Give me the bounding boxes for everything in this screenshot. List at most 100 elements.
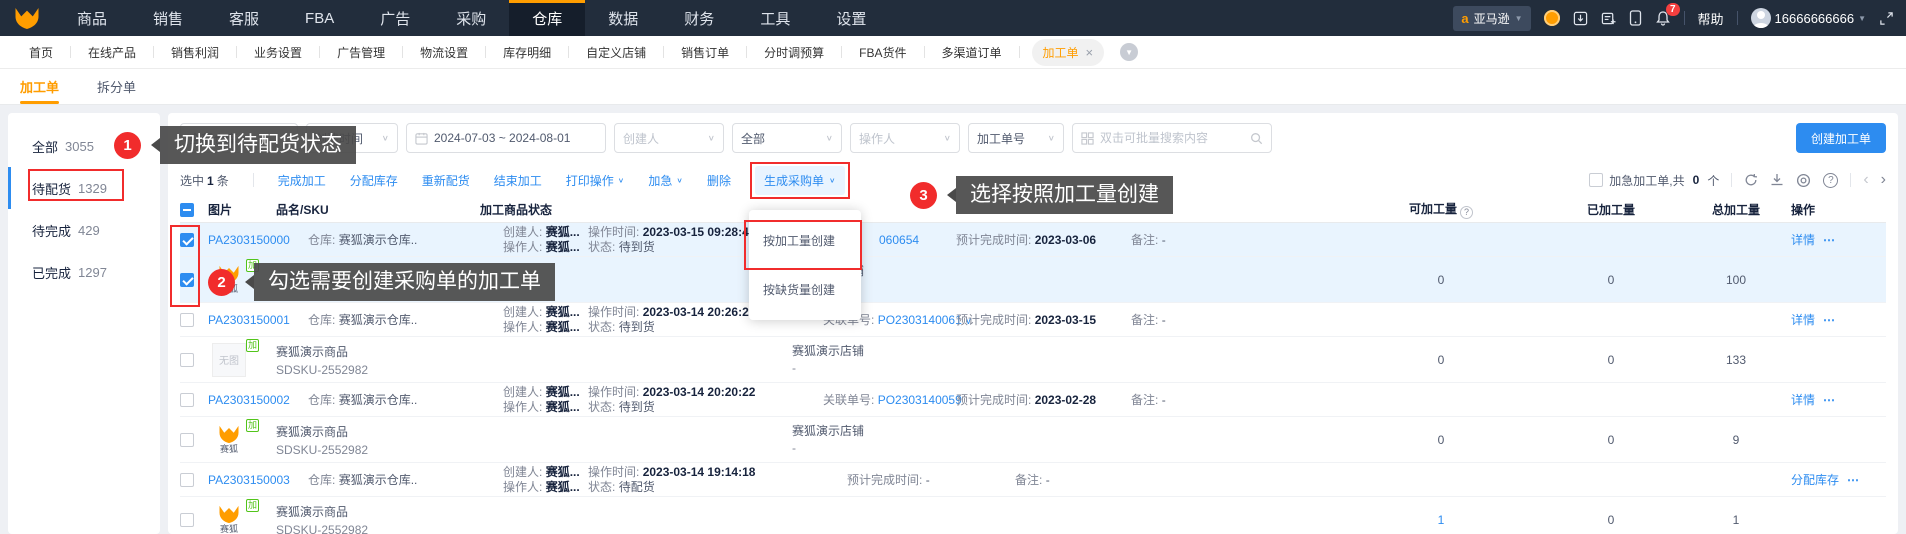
tab-custom-store[interactable]: 自定义店铺 <box>569 44 663 61</box>
activity-coin-icon[interactable] <box>1543 10 1560 26</box>
prev-page-icon[interactable]: ‹ <box>1863 172 1868 188</box>
order-row[interactable]: PA2303150000 仓库: 赛狐演示仓库.. 创建人: 赛狐... 操作人… <box>180 223 1886 257</box>
create-order-button[interactable]: 创建加工单 <box>1795 123 1886 153</box>
nav-finance[interactable]: 财务 <box>661 0 737 36</box>
more-tabs-icon[interactable]: ▼ <box>1120 43 1139 61</box>
more-actions-icon[interactable]: ⋯ <box>1823 313 1836 327</box>
row-checkbox[interactable] <box>180 352 194 367</box>
order-row[interactable]: PA2303150001 仓库: 赛狐演示仓库.. 创建人: 赛狐... 操作人… <box>180 303 1886 337</box>
feedback-icon[interactable] <box>1601 11 1616 26</box>
help-tip-icon[interactable]: ? <box>1460 205 1473 219</box>
next-page-icon[interactable]: › <box>1881 172 1886 188</box>
order-id-link[interactable]: PA2303150003 <box>208 473 308 487</box>
related-po-link[interactable]: 060654 <box>879 233 919 247</box>
order-id-link[interactable]: PA2303150000 <box>208 233 308 247</box>
nav-purchasing[interactable]: 采购 <box>433 0 509 36</box>
brand-fox-logo[interactable] <box>0 0 54 36</box>
sidebar-item-all[interactable]: 全部 3055 <box>8 125 160 167</box>
help-icon[interactable]: ? <box>1823 172 1839 188</box>
product-row[interactable]: 赛狐 加 赛狐演示商品 赛狐演示店铺 - 0 0 100 <box>180 257 1886 303</box>
help-link[interactable]: 帮助 <box>1698 9 1724 28</box>
reallocate-button[interactable]: 重新配货 <box>422 172 470 189</box>
product-row[interactable]: 赛狐 加 赛狐演示商品 SDSKU-2552982 1 0 1 <box>180 497 1886 534</box>
menu-item-create-by-processing-qty[interactable]: 按加工量创建 <box>744 216 863 270</box>
product-row[interactable]: 赛狐 加 赛狐演示商品 SDSKU-2552982 赛狐演示店铺 - 0 0 9 <box>180 417 1886 463</box>
tab-business-settings[interactable]: 业务设置 <box>237 44 319 61</box>
finish-processing-button[interactable]: 完成加工 <box>278 172 326 189</box>
refresh-icon[interactable] <box>1744 173 1758 187</box>
time-field-select[interactable]: 创建时间 ∨ <box>306 123 398 153</box>
expand-fullscreen-icon[interactable] <box>1879 11 1894 26</box>
tab-sales-orders[interactable]: 销售订单 <box>664 44 746 61</box>
menu-item-create-by-shortage-qty[interactable]: 按缺货量创建 <box>749 265 861 314</box>
nav-customer-service[interactable]: 客服 <box>206 0 282 36</box>
row-checkbox[interactable] <box>180 232 194 247</box>
close-icon[interactable]: × <box>1086 46 1094 59</box>
subtab-processing-order[interactable]: 加工单 <box>20 69 60 104</box>
more-actions-icon[interactable]: ⋯ <box>1823 233 1836 247</box>
sidebar-item-completed[interactable]: 已完成 1297 <box>8 251 160 293</box>
product-row[interactable]: 无图 加 赛狐演示商品 SDSKU-2552982 赛狐演示店铺 - 0 0 1… <box>180 337 1886 383</box>
select-all-checkbox[interactable] <box>180 202 194 217</box>
row-checkbox[interactable] <box>180 472 194 487</box>
notifications-bell-icon[interactable]: 7 <box>1655 3 1680 26</box>
date-range-picker[interactable]: 2024-07-03 ~ 2024-08-01 <box>406 123 606 153</box>
row-checkbox[interactable] <box>180 432 194 447</box>
operator-select[interactable]: 操作人 ∨ <box>850 123 960 153</box>
tab-sales-profit[interactable]: 销售利润 <box>154 44 236 61</box>
allocate-stock-link[interactable]: 分配库存 <box>1791 471 1839 488</box>
column-settings-icon[interactable] <box>1796 173 1811 188</box>
nav-sales[interactable]: 销售 <box>130 0 206 36</box>
tab-home[interactable]: 首页 <box>12 44 70 61</box>
tab-logistics-settings[interactable]: 物流设置 <box>403 44 485 61</box>
tab-inventory-detail[interactable]: 库存明细 <box>486 44 568 61</box>
urgent-dropdown[interactable]: 加急 ∨ <box>648 172 683 189</box>
detail-link[interactable]: 详情 <box>1791 391 1815 408</box>
related-po-link[interactable]: PO2303140059 <box>878 393 962 407</box>
more-actions-icon[interactable]: ⋯ <box>1823 393 1836 407</box>
end-processing-button[interactable]: 结束加工 <box>494 172 542 189</box>
nav-advertising[interactable]: 广告 <box>357 0 433 36</box>
nav-goods[interactable]: 商品 <box>54 0 130 36</box>
row-checkbox[interactable] <box>180 272 194 287</box>
order-row[interactable]: PA2303150002 仓库: 赛狐演示仓库.. 创建人: 赛狐... 操作人… <box>180 383 1886 417</box>
order-id-link[interactable]: PA2303150002 <box>208 393 308 407</box>
detail-link[interactable]: 详情 <box>1791 231 1815 248</box>
search-input[interactable] <box>1100 131 1244 145</box>
order-row[interactable]: PA2303150003 仓库: 赛狐演示仓库.. 创建人: 赛狐... 操作人… <box>180 463 1886 497</box>
sidebar-item-pending-complete[interactable]: 待完成 429 <box>8 209 160 251</box>
download-center-icon[interactable] <box>1573 11 1588 26</box>
generate-po-dropdown[interactable]: 生成采购单 ∨ <box>755 165 845 195</box>
checkbox[interactable] <box>1589 173 1604 187</box>
delete-button[interactable]: 删除 <box>707 172 731 189</box>
nav-tools[interactable]: 工具 <box>737 0 813 36</box>
export-download-icon[interactable] <box>1770 173 1784 187</box>
tab-online-products[interactable]: 在线产品 <box>71 44 153 61</box>
order-id-link[interactable]: PA2303150001 <box>208 313 308 327</box>
account-menu[interactable]: 16666666666 ▼ <box>1750 8 1866 28</box>
tab-hourly-budget[interactable]: 分时调预算 <box>747 44 841 61</box>
print-actions-dropdown[interactable]: 打印操作 ∨ <box>566 172 625 189</box>
search-icon[interactable] <box>1250 132 1263 145</box>
allocate-stock-button[interactable]: 分配库存 <box>350 172 398 189</box>
nav-data[interactable]: 数据 <box>585 0 661 36</box>
subtab-split-order[interactable]: 拆分单 <box>97 69 136 104</box>
nav-fba[interactable]: FBA <box>282 0 357 36</box>
row-checkbox[interactable] <box>180 512 194 527</box>
sidebar-item-pending-allocation[interactable]: 待配货 1329 <box>8 167 160 209</box>
nav-settings[interactable]: 设置 <box>813 0 889 36</box>
related-po-link[interactable]: PO2303140061 <box>878 313 962 327</box>
row-checkbox[interactable] <box>180 392 194 407</box>
nav-warehouse[interactable]: 仓库 <box>509 0 586 36</box>
tab-ad-management[interactable]: 广告管理 <box>320 44 402 61</box>
more-actions-icon[interactable]: ⋯ <box>1847 473 1860 487</box>
marketplace-selector[interactable]: a 亚马逊 ▼ <box>1453 5 1531 31</box>
tab-multichannel-orders[interactable]: 多渠道订单 <box>925 44 1019 61</box>
detail-link[interactable]: 详情 <box>1791 311 1815 328</box>
urgent-filter-checkbox[interactable]: 加急加工单,共 0 个 <box>1589 172 1719 189</box>
scope-select[interactable]: 全部 ∨ <box>732 123 842 153</box>
row-checkbox[interactable] <box>180 312 194 327</box>
tab-fba-shipments[interactable]: FBA货件 <box>842 44 923 61</box>
creator-select[interactable]: 创建人 ∨ <box>614 123 724 153</box>
order-no-field-select[interactable]: 加工单号 ∨ <box>968 123 1064 153</box>
